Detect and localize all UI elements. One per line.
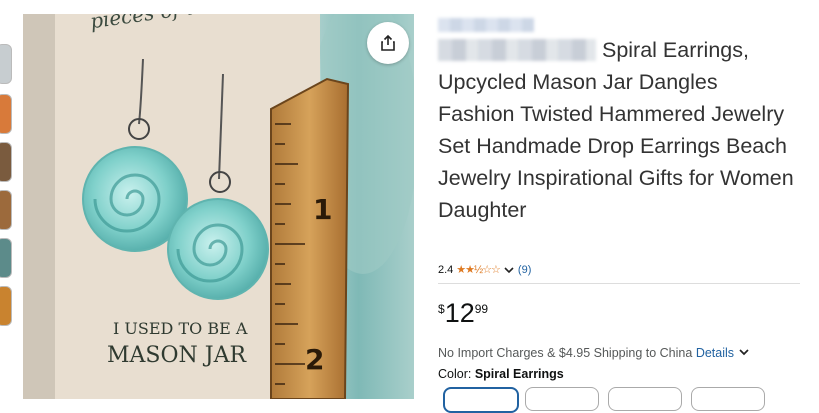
color-swatch-4[interactable]	[691, 387, 765, 411]
price-symbol: $	[438, 302, 445, 316]
card-text-bottom: MASON JAR	[107, 343, 247, 368]
shipping-info: No Import Charges & $4.95 Shipping to Ch…	[438, 346, 750, 360]
share-icon	[381, 34, 395, 51]
rating-summary: 2.4 ★★½☆☆ (9)	[438, 263, 531, 277]
color-swatch-3[interactable]	[608, 387, 682, 411]
product-main-image[interactable]: pieces of the past I USED TO BE A MASON …	[23, 14, 414, 399]
product-photo: pieces of the past I USED TO BE A MASON …	[23, 14, 414, 399]
details-link-label: Details	[695, 346, 735, 360]
thumbnail-5[interactable]	[0, 238, 12, 278]
thumbnail-2[interactable]	[0, 94, 12, 134]
color-swatch-spiral[interactable]	[443, 387, 519, 413]
chevron-down-icon[interactable]	[503, 265, 515, 275]
color-selector-label: Color: Spiral Earrings	[438, 367, 564, 381]
price-whole: 12	[444, 298, 475, 328]
color-label: Color:	[438, 367, 472, 381]
divider	[438, 283, 800, 284]
card-text-mid: I USED TO BE A	[113, 319, 248, 338]
chevron-down-icon	[738, 349, 749, 356]
redacted-brand	[438, 18, 534, 32]
price: $ 12 99	[438, 298, 488, 328]
shipping-text: No Import Charges & $4.95 Shipping to Ch…	[438, 346, 693, 360]
rating-stars[interactable]: ★★½☆☆	[456, 263, 501, 276]
thumbnail-1[interactable]	[0, 44, 12, 84]
ruler-number-2: 2	[305, 343, 324, 376]
product-title-text: Spiral Earrings, Upcycled Mason Jar Dang…	[438, 38, 794, 222]
thumbnail-4[interactable]	[0, 190, 12, 230]
details-link[interactable]: Details	[696, 346, 750, 360]
ruler-number-1: 1	[313, 193, 332, 226]
rating-value: 2.4	[438, 263, 454, 276]
share-button[interactable]	[367, 22, 409, 64]
color-value: Spiral Earrings	[474, 367, 564, 381]
thumbnail-3[interactable]	[0, 142, 12, 182]
price-cents: 99	[474, 302, 489, 316]
redacted-text	[438, 39, 596, 61]
review-count-link[interactable]: (9)	[518, 264, 531, 276]
thumbnail-6[interactable]	[0, 286, 12, 326]
product-title: Spiral Earrings, Upcycled Mason Jar Dang…	[438, 34, 798, 226]
color-swatch-2[interactable]	[525, 387, 599, 411]
